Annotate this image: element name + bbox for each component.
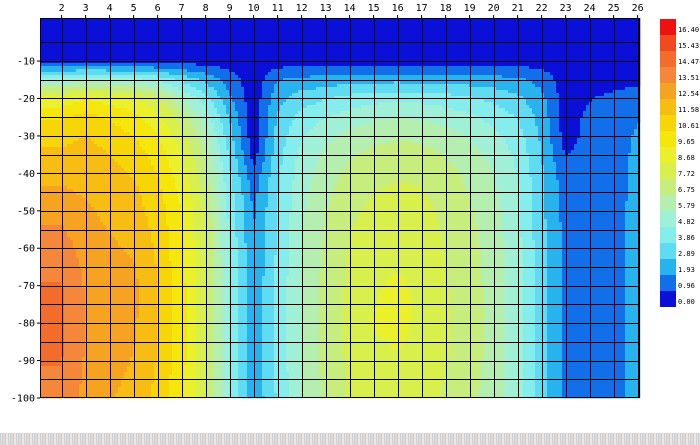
legend-swatch — [660, 83, 676, 99]
legend-label: 15.43 — [678, 42, 699, 50]
legend-swatch — [660, 259, 676, 275]
legend-label: 14.47 — [678, 58, 699, 66]
legend-swatch — [660, 195, 676, 211]
x-tick-label: 17 — [416, 3, 428, 14]
x-tick-label: 8 — [203, 3, 209, 14]
legend-swatch — [660, 211, 676, 227]
legend-swatch — [660, 275, 676, 291]
legend-label: 2.89 — [678, 250, 695, 258]
legend-label: 0.96 — [678, 282, 695, 290]
y-tick-label: -60 — [17, 244, 35, 255]
legend-swatch — [660, 179, 676, 195]
legend-label: 1.93 — [678, 266, 695, 274]
x-tick-label: 5 — [131, 3, 137, 14]
legend-label: 12.54 — [678, 90, 699, 98]
contour-fill — [40, 18, 641, 399]
x-tick-label: 22 — [536, 3, 548, 14]
y-tick-label: -10 — [17, 57, 35, 68]
y-tick-label: -40 — [17, 169, 35, 180]
legend-swatch — [660, 19, 676, 35]
contour-chart: 2 3 4 5 6 7 8 9 10 11 12 13 14 15 16 17 18 19 20 21 22 23 24 25… — [11, 3, 699, 405]
x-tick-label: 20 — [488, 3, 500, 14]
legend-swatch — [660, 163, 676, 179]
legend-swatch — [660, 227, 676, 243]
y-tick-label: -50 — [17, 206, 35, 217]
legend-label: 7.72 — [678, 170, 695, 178]
x-tick-label: 23 — [560, 3, 572, 14]
legend-label: 10.61 — [678, 122, 699, 130]
plot-area — [40, 18, 641, 399]
noise-strip — [0, 433, 700, 445]
x-tick-label: 16 — [392, 3, 404, 14]
x-tick-label: 26 — [632, 3, 644, 14]
legend-label: 16.40 — [678, 26, 699, 34]
y-tick-label: -80 — [17, 319, 35, 330]
x-tick-label: 9 — [227, 3, 233, 14]
legend-label: 0.00 — [678, 298, 695, 306]
x-tick-label: 11 — [272, 3, 284, 14]
legend-label: 9.65 — [678, 138, 695, 146]
legend-swatch — [660, 51, 676, 67]
x-tick-label: 14 — [344, 3, 356, 14]
x-tick-label: 7 — [179, 3, 185, 14]
legend-label: 11.58 — [678, 106, 699, 114]
x-tick-label: 4 — [107, 3, 113, 14]
legend-label: 3.86 — [678, 234, 695, 242]
legend-label: 6.75 — [678, 186, 695, 194]
y-tick-label: -100 — [11, 394, 35, 405]
x-tick-label: 6 — [155, 3, 161, 14]
x-tick-label: 12 — [296, 3, 308, 14]
x-tick-label: 18 — [440, 3, 452, 14]
x-tick-label: 10 — [248, 3, 260, 14]
legend-label: 4.82 — [678, 218, 695, 226]
legend-label: 8.68 — [678, 154, 695, 162]
y-tick-label: -90 — [17, 356, 35, 367]
legend-label: 13.51 — [678, 74, 699, 82]
x-tick-label: 13 — [320, 3, 332, 14]
x-tick-label: 3 — [83, 3, 89, 14]
legend-swatch — [660, 115, 676, 131]
legend-swatch — [660, 147, 676, 163]
legend-swatch — [660, 243, 676, 259]
y-tick-label: -20 — [17, 94, 35, 105]
x-tick-label: 21 — [512, 3, 524, 14]
legend-swatch — [660, 35, 676, 51]
x-tick-label: 19 — [464, 3, 476, 14]
x-tick-label: 25 — [608, 3, 620, 14]
x-tick-label: 2 — [59, 3, 65, 14]
y-tick-label: -30 — [17, 131, 35, 142]
legend-swatch — [660, 99, 676, 115]
x-tick-label: 24 — [584, 3, 596, 14]
legend-swatch — [660, 67, 676, 83]
y-tick-label: -70 — [17, 281, 35, 292]
legend-swatch — [660, 291, 676, 307]
x-tick-label: 15 — [368, 3, 380, 14]
legend-label: 5.79 — [678, 202, 695, 210]
legend: 16.40 15.43 14.47 13.51 12.54 11.58 10.61 9.65 8… — [660, 19, 699, 307]
legend-swatch — [660, 131, 676, 147]
